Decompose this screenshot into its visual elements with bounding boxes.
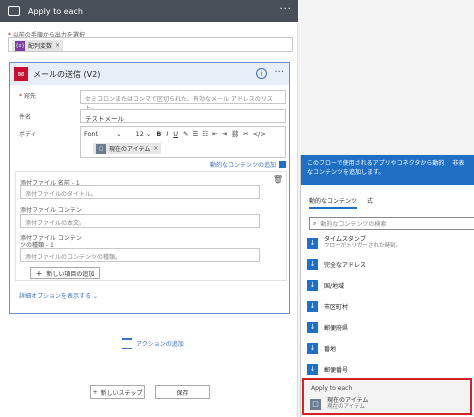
dynamic-search-input[interactable]: ⌕ 動的なコンテンツの検索 xyxy=(309,217,474,230)
outlook-icon: ✉ xyxy=(14,67,28,81)
attachment-type-field[interactable]: 添付ファイルのコンテンツの種類。 xyxy=(20,248,260,262)
indent-icon[interactable]: ⇥ xyxy=(222,130,227,138)
dynamic-item[interactable]: ↓ 国/地域 xyxy=(307,277,474,293)
attachment-content-label: 添付ファイル コンテン xyxy=(20,207,82,214)
subject-field[interactable]: テストメール xyxy=(80,109,286,123)
to-field[interactable]: セミコロンまたはコンマで区切られた、有効なメール アドレスのリスト。 xyxy=(80,90,286,112)
add-action-icon xyxy=(122,338,132,349)
send-mail-header[interactable]: ✉ メールの送信 (V2) i ··· xyxy=(10,63,289,85)
trigger-icon: ↓ xyxy=(307,237,318,249)
trigger-icon: ↓ xyxy=(307,258,318,270)
code-view-icon[interactable]: </> xyxy=(253,130,266,138)
array-variable-tag[interactable]: {x} 配列変数 × xyxy=(12,40,64,51)
current-item-tag[interactable]: ▢ 現在のアイテム × xyxy=(93,143,162,154)
attachment-group: 🗑 添付ファイル 名前 - 1 添付ファイルのタイトル。 添付ファイル コンテン… xyxy=(15,171,287,281)
font-size-select[interactable]: 12 xyxy=(136,130,144,138)
body-toolbar: Font ⌄ 12 ⌄ B I U ✎ ☰ ☷ ⇤ ⇥ ⛓ ✂ </> xyxy=(84,129,284,139)
font-chevron-icon[interactable]: ⌄ xyxy=(116,130,121,138)
loop-icon xyxy=(8,6,20,16)
search-icon: ⌕ xyxy=(313,219,317,227)
underline-button[interactable]: U xyxy=(173,130,178,138)
remove-tag-icon[interactable]: × xyxy=(55,42,60,49)
trigger-icon: ↓ xyxy=(307,363,318,375)
dynamic-content-icon xyxy=(279,161,287,168)
link-icon[interactable]: ⛓ xyxy=(231,130,239,138)
show-advanced-options-link[interactable]: 詳細オプションを表示する ⌄ xyxy=(19,291,98,300)
dynamic-content-header: このフローで使用されるアプリやコネクタから動的 非表 なコンテンツを追加します。 xyxy=(301,155,474,185)
panel-tabs: 動的なコンテンツ 式 xyxy=(309,196,373,209)
add-action-button[interactable]: アクションの追加 xyxy=(122,338,184,349)
bullet-list-icon[interactable]: ☰ xyxy=(192,130,198,138)
loop-item-icon: ▢ xyxy=(96,143,106,154)
dynamic-item[interactable]: ↓ 番地 xyxy=(307,340,474,356)
hide-link[interactable]: 非表 xyxy=(452,160,464,167)
remove-body-tag-icon[interactable]: × xyxy=(153,145,158,152)
send-mail-title: メールの送信 (V2) xyxy=(33,69,101,79)
dynamic-item[interactable]: ↓ 完全なアドレス xyxy=(307,256,474,272)
subject-label: 件名 xyxy=(19,114,32,121)
tab-dynamic-content[interactable]: 動的なコンテンツ xyxy=(309,196,358,209)
attachment-name-field[interactable]: 添付ファイルのタイトル。 xyxy=(20,185,260,199)
save-button[interactable]: 保存 xyxy=(155,385,210,399)
attachment-content-field[interactable]: 添付ファイルの本文。 xyxy=(20,214,260,228)
apply-section-title: Apply to each xyxy=(311,385,353,392)
send-mail-card: ✉ メールの送信 (V2) i ··· * 宛先 セミコロンまたはコンマで区切ら… xyxy=(9,62,290,314)
font-size-chevron-icon[interactable]: ⌄ xyxy=(146,130,151,138)
trigger-icon: ↓ xyxy=(307,342,318,354)
output-field[interactable]: {x} 配列変数 × xyxy=(8,37,293,52)
attachment-type-label: 添付ファイル コンテン ツの種類 - 1 xyxy=(20,235,82,249)
delete-item-icon[interactable]: 🗑 xyxy=(273,175,283,184)
body-label: ボディ xyxy=(19,131,37,138)
apply-to-each-header[interactable]: Apply to each ··· xyxy=(0,0,298,22)
apply-to-each-dynamic-section: Apply to each ▢ 現在のアイテム 現在のアイテム xyxy=(302,378,472,415)
to-label: * 宛先 xyxy=(19,93,36,100)
apply-to-each-title: Apply to each xyxy=(28,6,83,16)
bold-button[interactable]: B xyxy=(156,130,161,138)
add-dynamic-content-link[interactable]: 動的なコンテンツの追加 xyxy=(210,160,287,169)
tab-expression[interactable]: 式 xyxy=(367,196,373,209)
font-select[interactable]: Font xyxy=(84,130,98,138)
variable-icon: {x} xyxy=(15,40,25,51)
unlink-icon[interactable]: ✂ xyxy=(243,130,248,138)
body-editor[interactable]: Font ⌄ 12 ⌄ B I U ✎ ☰ ☷ ⇤ ⇥ ⛓ ✂ </> ▢ 現在… xyxy=(80,126,286,158)
numbered-list-icon[interactable]: ☷ xyxy=(202,130,208,138)
more-options-icon[interactable]: ··· xyxy=(279,4,292,15)
current-item-option[interactable]: ▢ 現在のアイテム 現在のアイテム xyxy=(310,397,368,411)
outdent-icon[interactable]: ⇤ xyxy=(212,130,217,138)
new-step-button[interactable]: + 新しいステップ xyxy=(90,385,145,399)
dynamic-item[interactable]: ↓ 郵便府県 xyxy=(307,319,474,335)
trigger-icon: ↓ xyxy=(307,279,318,291)
trigger-icon: ↓ xyxy=(307,321,318,333)
dynamic-item[interactable]: ↓ タイムスタンプ フローがトリガーされた時刻。 xyxy=(307,235,474,251)
trigger-icon: ↓ xyxy=(307,300,318,312)
dynamic-item[interactable]: ↓ 郵便番号 xyxy=(307,361,474,377)
italic-button[interactable]: I xyxy=(166,130,168,138)
info-icon[interactable]: i xyxy=(256,68,267,79)
dynamic-item[interactable]: ↓ 市区町村 xyxy=(307,298,474,314)
loop-item-icon: ▢ xyxy=(310,398,321,410)
card-more-icon[interactable]: ··· xyxy=(274,67,284,78)
add-new-item-button[interactable]: + 新しい項目の追加 xyxy=(30,267,100,279)
pen-icon[interactable]: ✎ xyxy=(183,130,188,138)
chevron-down-icon: ⌄ xyxy=(92,293,98,300)
plus-icon: + xyxy=(35,268,43,278)
plus-icon: + xyxy=(92,388,98,396)
